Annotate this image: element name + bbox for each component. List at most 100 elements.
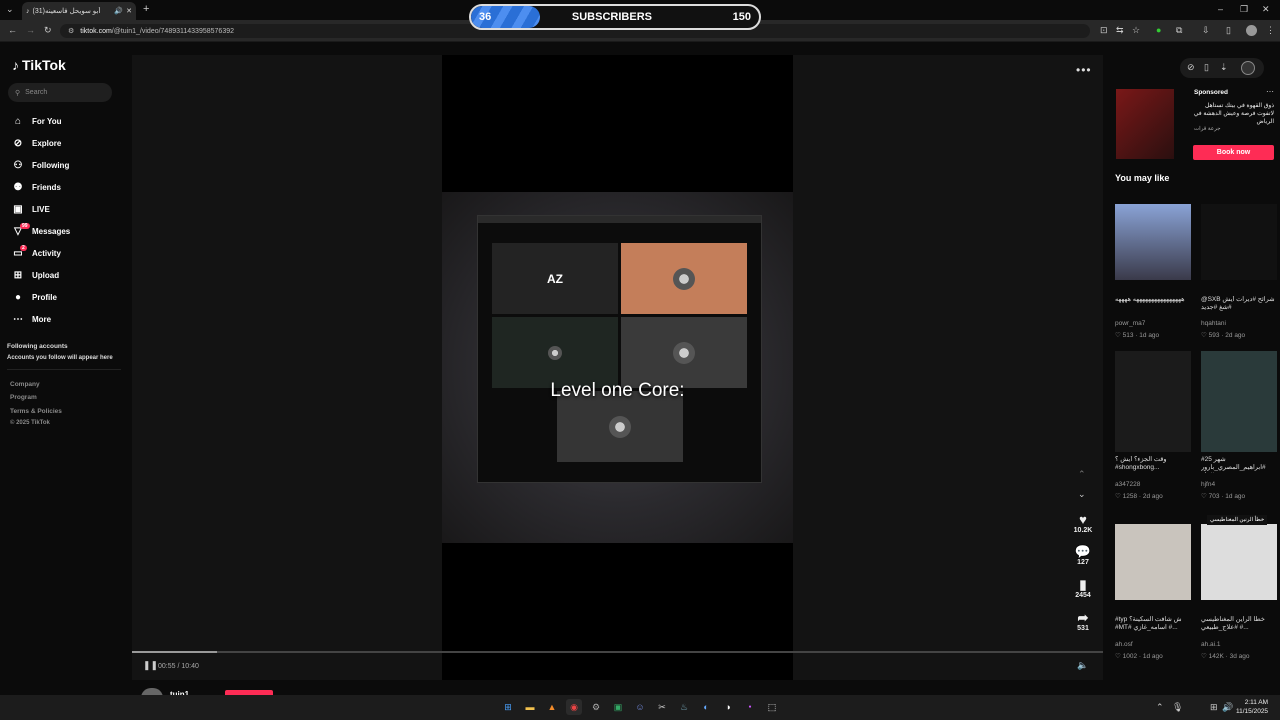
capture-icon[interactable]: ⬚ [764, 699, 780, 715]
recommended-video-user[interactable]: powr_ma7 [1115, 320, 1195, 327]
recommended-video-thumbnail[interactable] [1115, 524, 1191, 600]
profile-avatar[interactable] [1246, 25, 1257, 36]
next-video-icon[interactable]: ⌄ [1078, 490, 1086, 499]
sidebar-item-more[interactable]: ⋯ More [12, 311, 122, 327]
sidebar-item-friends[interactable]: ⚉ Friends [12, 179, 122, 195]
sidepanel-icon[interactable]: ▯ [1226, 26, 1231, 35]
obs-icon[interactable]: ● [742, 699, 758, 715]
volume-icon[interactable]: 🔈 [1077, 661, 1088, 670]
sponsored-text: ذوق القهوة في بيتك تستاهل لاتفوت فرصة وع… [1193, 103, 1274, 125]
extensions-puzzle-icon[interactable]: ⧉ [1176, 26, 1182, 35]
user-avatar[interactable] [1241, 61, 1255, 75]
video-more-options-icon[interactable]: ••• [1076, 63, 1092, 77]
excel-icon[interactable]: ▣ [610, 699, 626, 715]
volume-tray-icon[interactable]: 🔊 [1222, 703, 1233, 712]
recommended-video-user[interactable]: a347228 [1115, 481, 1195, 488]
discord-icon[interactable]: ☺ [632, 699, 648, 715]
tab-audio-icon[interactable]: 🔊 [114, 7, 123, 15]
sponsored-thumbnail[interactable] [1116, 89, 1174, 159]
sidebar-item-messages[interactable]: ▽ 99 Messages [12, 222, 122, 239]
like-button[interactable]: ♥ 10.2K [1068, 512, 1098, 534]
network-icon[interactable]: ⊞ [1210, 703, 1218, 712]
recommended-video-caption[interactable]: ههههههههههههههههه ههههه [1115, 296, 1191, 313]
save-button[interactable]: ▮ 2454 [1068, 577, 1098, 599]
install-app-icon[interactable]: ⊡ [1100, 26, 1108, 35]
recommended-video-thumbnail[interactable] [1201, 524, 1277, 600]
downloads-icon[interactable]: ⇩ [1202, 26, 1210, 35]
notification-badge: 2 [20, 244, 27, 251]
chrome-icon[interactable]: ◉ [566, 699, 582, 715]
maximize-icon[interactable]: ❐ [1240, 5, 1248, 14]
capcut-icon[interactable]: ✂ [654, 699, 670, 715]
recommended-video-caption[interactable]: خطأ الراين المغناطيسي #علاج_طبيعي #... [1201, 616, 1277, 633]
sidebar-item-profile[interactable]: ● Profile [12, 289, 122, 305]
recommended-video-caption[interactable]: #25 شهر #ابراهيم_المصري_بارور #تيك [1201, 456, 1277, 473]
book-now-button[interactable]: Book now [1193, 145, 1274, 160]
recommended-video-thumbnail[interactable] [1201, 204, 1277, 280]
extension-icon[interactable]: ● [1156, 26, 1161, 35]
recommended-video-user[interactable]: ah.ai.1 [1201, 641, 1280, 648]
chrome-menu-icon[interactable]: ⋮ [1266, 26, 1275, 35]
new-tab-button[interactable]: + [143, 4, 149, 15]
close-window-icon[interactable]: ✕ [1262, 5, 1270, 14]
comment-button[interactable]: 💬 127 [1068, 544, 1098, 566]
forward-icon[interactable]: → [26, 26, 35, 35]
file-explorer-icon[interactable]: ▬ [522, 699, 538, 715]
recommended-video-thumbnail[interactable] [1115, 204, 1191, 280]
video-progress-bar[interactable] [132, 651, 1103, 653]
live-icon: ▣ [13, 203, 23, 215]
vlc-icon[interactable]: ▲ [544, 699, 560, 715]
minimize-icon[interactable]: – [1218, 5, 1223, 14]
recommended-video-user[interactable]: hqahtani [1201, 320, 1280, 327]
compass-icon[interactable]: ⊘ [1187, 63, 1195, 72]
you-may-like-title: You may like [1115, 173, 1170, 183]
sidebar-item-upload[interactable]: ⊞ Upload [12, 267, 122, 283]
previous-video-icon[interactable]: ⌃ [1078, 470, 1086, 479]
taskbar-clock[interactable]: 2:11 AM 11/15/2025 [1236, 698, 1268, 716]
recommended-video-stats: ♡ 142K · 3d ago [1201, 652, 1280, 660]
pause-icon[interactable]: ❚❚ [143, 661, 158, 670]
browser-tab-active[interactable]: ♪ (31)أبو سويحل فاسعينه 🔊 ✕ [22, 2, 136, 20]
app-icon-2[interactable]: ◑ [720, 699, 736, 715]
sidebar-item-following[interactable]: ⚇ Following [12, 157, 122, 173]
sidebar-item-live[interactable]: ▣ LIVE [12, 201, 122, 217]
reload-icon[interactable]: ↻ [44, 26, 52, 35]
sponsored-more-icon[interactable]: ⋯ [1266, 87, 1274, 96]
bookmark-star-icon[interactable]: ☆ [1132, 26, 1140, 35]
share-button[interactable]: ➦ 531 [1068, 610, 1098, 632]
footer-terms[interactable]: Terms & Policies [10, 408, 62, 415]
mic-icon[interactable]: 🎙 [1172, 703, 1183, 712]
download-icon[interactable]: ⇣ [1220, 63, 1228, 72]
recommended-video-stats: ♡ 513 · 1d ago [1115, 331, 1195, 339]
search-input[interactable]: ⚲ Search [8, 83, 112, 102]
footer-program[interactable]: Program [10, 394, 37, 401]
recommended-video-thumbnail[interactable] [1115, 351, 1191, 452]
recommended-video-caption[interactable]: وقت الجزء؟ أيش ؟ #shongxbong... [1115, 456, 1191, 473]
sidebar-item-for-you[interactable]: ⌂ For You [12, 113, 122, 129]
steam-icon[interactable]: ♨ [676, 699, 692, 715]
translate-icon[interactable]: ⇆ [1116, 26, 1124, 35]
footer-company[interactable]: Company [10, 381, 40, 388]
recommended-video-thumbnail[interactable] [1201, 351, 1277, 452]
sidebar-item-label: Explore [32, 138, 62, 148]
start-icon[interactable]: ⊞ [500, 699, 516, 715]
recommended-age: 1d ago [1142, 653, 1163, 660]
site-info-icon[interactable]: ⚙ [68, 27, 74, 35]
device-icon[interactable]: ▯ [1204, 63, 1209, 72]
recommended-video-user[interactable]: ah.osf [1115, 641, 1195, 648]
tab-list-icon[interactable]: ⌄ [6, 5, 14, 14]
recommended-video-user[interactable]: hjfn4 [1201, 481, 1280, 488]
tiktok-note-icon: ♪ [12, 57, 19, 73]
tiktok-logo[interactable]: ♪ TikTok [12, 57, 66, 73]
recommended-video-caption[interactable]: #typ ش شافت السكينة؟ #MT# اسامه_غازي #..… [1115, 616, 1191, 633]
back-icon[interactable]: ← [8, 26, 17, 35]
sidebar-item-activity[interactable]: ▭ 2 Activity [12, 244, 122, 261]
recommended-video-stats: ♡ 593 · 2d ago [1201, 331, 1280, 339]
app-icon[interactable]: ◐ [698, 699, 714, 715]
recommended-video-caption[interactable]: @SXB شرائح #ديرات أيش #شغ #جديد [1201, 296, 1277, 313]
participant-avatar [673, 267, 695, 290]
tab-close-icon[interactable]: ✕ [126, 7, 132, 15]
tray-chevron-icon[interactable]: ⌃ [1156, 703, 1164, 712]
sidebar-item-explore[interactable]: ⊘ Explore [12, 135, 122, 151]
settings-icon[interactable]: ⚙ [588, 699, 604, 715]
